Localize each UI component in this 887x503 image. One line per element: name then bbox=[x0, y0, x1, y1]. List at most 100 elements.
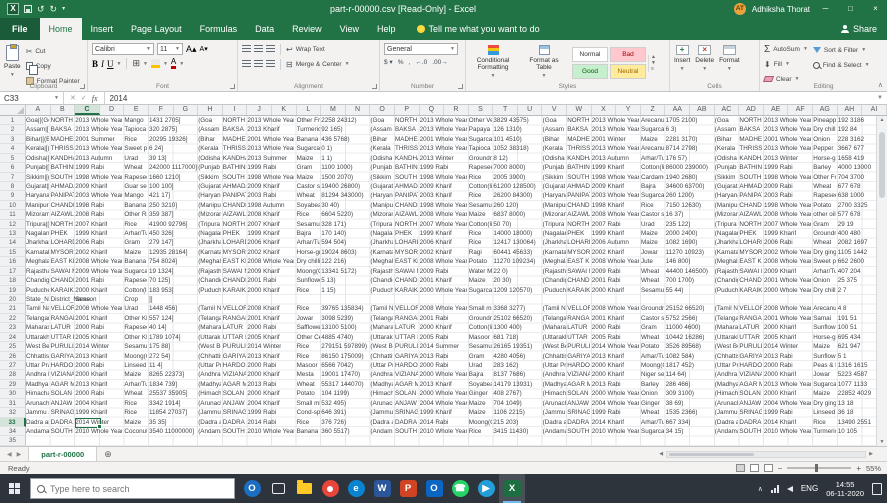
column-header-E[interactable]: E bbox=[124, 105, 149, 115]
tab-insert[interactable]: Insert bbox=[82, 18, 123, 40]
column-header-Q[interactable]: Q bbox=[420, 105, 445, 115]
formula-input[interactable]: 2014 bbox=[105, 92, 873, 104]
notification-center-icon[interactable] bbox=[872, 482, 882, 495]
row-header-27[interactable]: 27 bbox=[0, 360, 26, 371]
h-scroll-thumb[interactable] bbox=[669, 452, 755, 456]
row-cells[interactable]: Maharashtra|[(MaharasLATUR2000 RabiRapes… bbox=[26, 323, 887, 332]
align-center-icon[interactable] bbox=[254, 60, 263, 68]
column-header-AF[interactable]: AF bbox=[788, 105, 813, 115]
sheet-nav-right-icon[interactable]: ▶ bbox=[17, 451, 22, 458]
row-header-17[interactable]: 17 bbox=[0, 266, 26, 277]
volume-icon[interactable] bbox=[786, 485, 793, 492]
normal-view-icon[interactable] bbox=[735, 464, 745, 472]
taskbar-app-whatsapp[interactable]: ☎ bbox=[447, 474, 473, 503]
row-cells[interactable] bbox=[26, 436, 887, 445]
tray-expand-icon[interactable]: ∧ bbox=[758, 485, 763, 493]
increase-decimal-icon[interactable]: ←.0 bbox=[415, 59, 427, 66]
row-header-7[interactable]: 7 bbox=[0, 172, 26, 182]
column-header-M[interactable]: M bbox=[321, 105, 346, 115]
number-dialog-launcher-icon[interactable] bbox=[458, 84, 463, 89]
name-box[interactable]: C33 ▼ bbox=[0, 92, 64, 104]
row-header-24[interactable]: 24 bbox=[0, 332, 26, 343]
zoom-slider[interactable] bbox=[787, 464, 852, 472]
decrease-font-icon[interactable]: A▾ bbox=[200, 45, 208, 53]
row-cells[interactable]: Dadra and Nagar Haveli|[DADRA AND NAGAR … bbox=[26, 418, 887, 427]
zoom-level[interactable]: 55% bbox=[866, 464, 881, 473]
row-cells[interactable]: West Bengal|[(West BePURULIA2014 WinterS… bbox=[26, 342, 887, 351]
align-middle-icon[interactable] bbox=[254, 45, 263, 53]
zoom-thumb[interactable] bbox=[815, 464, 819, 472]
row-cells[interactable]: Goa|[(GoaNORTH GOA2013 Whole YearMango14… bbox=[26, 116, 887, 125]
row-header-18[interactable]: 18 bbox=[0, 276, 26, 286]
row-cells[interactable]: Andaman and Nicobar Is|[SOUTH ANDAMAN201… bbox=[26, 427, 887, 436]
row-header-33[interactable]: 33 bbox=[0, 417, 26, 427]
format-cells-button[interactable]: Format ▼ bbox=[719, 43, 740, 72]
row-header-11[interactable]: 11 bbox=[0, 210, 26, 220]
font-family-select[interactable]: Calibri ▼ bbox=[92, 43, 154, 55]
column-header-N[interactable]: N bbox=[346, 105, 371, 115]
borders-icon[interactable]: ⊞ bbox=[132, 58, 140, 69]
insert-function-icon[interactable]: fx bbox=[92, 94, 98, 103]
row-cells[interactable]: Andhra Pradesh|[(AndhrVIZIANAGARAM2000 K… bbox=[26, 370, 887, 379]
copy-button[interactable]: Copy bbox=[25, 60, 80, 75]
scroll-right-icon[interactable]: ▶ bbox=[869, 451, 873, 457]
redo-icon[interactable]: ↻ bbox=[50, 0, 58, 18]
underline-button[interactable]: U bbox=[107, 59, 114, 69]
column-header-H[interactable]: H bbox=[198, 105, 223, 115]
tab-file[interactable]: File bbox=[0, 18, 40, 40]
column-header-A[interactable]: A bbox=[26, 105, 51, 115]
scroll-up-icon[interactable]: ▲ bbox=[877, 117, 887, 123]
row-header-13[interactable]: 13 bbox=[0, 229, 26, 239]
column-header-U[interactable]: U bbox=[518, 105, 543, 115]
row-header-26[interactable]: 26 bbox=[0, 351, 26, 361]
formula-bar-expand-icon[interactable]: ▼ bbox=[873, 92, 887, 104]
row-header-5[interactable]: 5 bbox=[0, 153, 26, 164]
currency-format-icon[interactable]: $ ▾ bbox=[384, 58, 393, 66]
page-break-view-icon[interactable] bbox=[763, 464, 773, 472]
column-header-R[interactable]: R bbox=[444, 105, 469, 115]
cancel-formula-icon[interactable]: ✕ bbox=[70, 94, 76, 102]
search-input[interactable] bbox=[50, 483, 220, 494]
taskbar-app-edge[interactable]: e bbox=[343, 474, 369, 503]
sheet-tab-part-r-00000[interactable]: part-r-00000 bbox=[28, 447, 98, 461]
new-sheet-button[interactable]: ⊕ bbox=[97, 447, 119, 461]
find-select-button[interactable]: Find & Select ▼ bbox=[812, 59, 870, 71]
name-box-dropdown-icon[interactable]: ▼ bbox=[54, 95, 59, 101]
language-indicator[interactable]: ENG bbox=[801, 484, 818, 493]
row-cells[interactable]: Rajasthan|[(RajasthanSAWAI MADHOPUR2009 … bbox=[26, 267, 887, 276]
row-cells[interactable]: Punjab|[(PunjabBATHINDA1999 RabiWheat242… bbox=[26, 163, 887, 172]
tab-formulas[interactable]: Formulas bbox=[191, 18, 247, 40]
tab-review[interactable]: Review bbox=[283, 18, 331, 40]
taskbar-app-outlook[interactable]: O bbox=[421, 474, 447, 503]
sheet-grid[interactable]: 1Goa|[(GoaNORTH GOA2013 Whole YearMango1… bbox=[0, 116, 887, 446]
enter-formula-icon[interactable]: ✓ bbox=[81, 94, 87, 102]
column-header-AE[interactable]: AE bbox=[764, 105, 789, 115]
row-header-31[interactable]: 31 bbox=[0, 398, 26, 409]
cell-style-good[interactable]: Good bbox=[572, 64, 608, 79]
percent-format-icon[interactable]: % bbox=[398, 59, 404, 66]
row-header-29[interactable]: 29 bbox=[0, 379, 26, 390]
select-all-corner[interactable] bbox=[0, 105, 26, 115]
row-cells[interactable]: Kerala|[(KeralaTHRISSUR2013 Whole YearSw… bbox=[26, 144, 887, 153]
row-header-3[interactable]: 3 bbox=[0, 134, 26, 145]
excel-logo-icon[interactable]: X bbox=[7, 3, 19, 15]
italic-button[interactable]: I bbox=[101, 59, 104, 69]
row-header-34[interactable]: 34 bbox=[0, 426, 26, 437]
fill-button[interactable]: ⬇ Fill ▼ bbox=[764, 58, 808, 70]
tab-data[interactable]: Data bbox=[246, 18, 283, 40]
taskbar-app-task-view[interactable] bbox=[265, 474, 291, 503]
column-header-AI[interactable]: AI bbox=[862, 105, 887, 115]
taskbar-app-file-explorer[interactable] bbox=[291, 474, 317, 503]
column-header-AG[interactable]: AG bbox=[813, 105, 838, 115]
font-dialog-launcher-icon[interactable] bbox=[230, 84, 235, 89]
column-header-L[interactable]: L bbox=[297, 105, 322, 115]
row-cells[interactable]: Nagaland|[(NagalandPHEK1999 KharifArhar/… bbox=[26, 229, 887, 238]
delete-cells-button[interactable]: × Delete ▼ bbox=[695, 43, 714, 72]
row-cells[interactable]: Jammu and Kashmir|[(JaSRINAGAR1999 Khari… bbox=[26, 408, 887, 417]
row-header-16[interactable]: 16 bbox=[0, 257, 26, 267]
row-header-1[interactable]: 1 bbox=[0, 116, 26, 126]
row-cells[interactable]: Tamil Nadu|[(Tamil NadVELLORE2008 Whole … bbox=[26, 304, 887, 313]
align-right-icon[interactable] bbox=[266, 60, 275, 68]
row-cells[interactable]: Gujarat|[(GujaratAHMADABAD2009 KharifGua… bbox=[26, 182, 887, 191]
column-header-T[interactable]: T bbox=[493, 105, 518, 115]
